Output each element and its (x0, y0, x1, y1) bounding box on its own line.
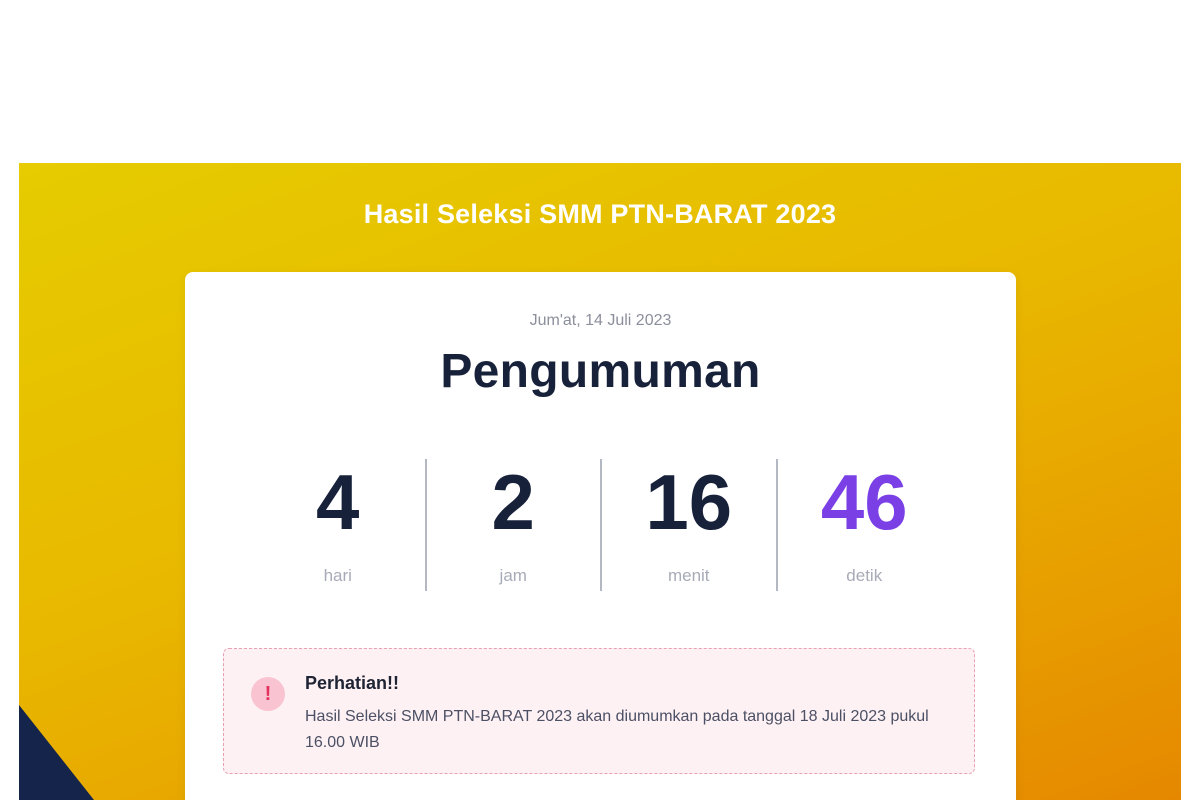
attention-alert: ! Perhatian!! Hasil Seleksi SMM PTN-BARA… (223, 648, 975, 774)
countdown-hours: 2 jam (424, 458, 601, 591)
countdown-seconds-value: 46 (820, 458, 908, 546)
countdown-days-value: 4 (316, 458, 360, 546)
countdown-days: 4 hari (251, 459, 425, 591)
page: Hasil Seleksi SMM PTN-BARAT 2023 Jum'at,… (0, 0, 1200, 800)
alert-message: Hasil Seleksi SMM PTN-BARAT 2023 akan di… (305, 708, 929, 751)
announcement-date: Jum'at, 14 Juli 2023 (529, 312, 672, 329)
countdown-seconds: 46 detik (775, 458, 952, 591)
countdown-days-label: hari (323, 566, 352, 585)
exclamation-icon: ! (251, 677, 285, 711)
decorative-corner-shape (19, 705, 94, 800)
card-heading: Pengumuman (440, 345, 761, 398)
countdown-card: Jum'at, 14 Juli 2023 Pengumuman 4 hari 2… (185, 272, 1016, 800)
countdown-minutes: 16 menit (600, 459, 776, 591)
alert-title: Perhatian!! (305, 673, 400, 693)
countdown-minutes-value: 16 (645, 458, 733, 546)
countdown-hours-value: 2 (491, 458, 535, 546)
announcement-banner: Hasil Seleksi SMM PTN-BARAT 2023 Jum'at,… (19, 163, 1181, 800)
countdown-seconds-label: detik (846, 566, 883, 585)
countdown-hours-label: jam (499, 566, 527, 585)
countdown-minutes-label: menit (667, 566, 710, 585)
banner-title: Hasil Seleksi SMM PTN-BARAT 2023 (363, 199, 837, 229)
countdown-timer: 4 hari 2 jam 16 menit 46 detik (251, 459, 951, 591)
